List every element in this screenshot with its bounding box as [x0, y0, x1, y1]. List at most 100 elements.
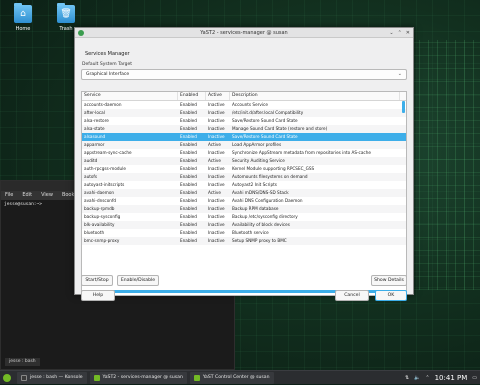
table-row[interactable]: autofs Enabled Inactive Automounts filesyst… — [82, 173, 406, 181]
cell-description: Bluetooth service — [232, 230, 269, 235]
services-manager-window: YaST2 - services-manager @ susan ⌄ ⌃ ✕ S… — [74, 27, 414, 301]
application-launcher[interactable] — [0, 371, 14, 385]
cell-description: Automounts filesystems on demand — [232, 174, 308, 179]
cell-active: Inactive — [208, 222, 225, 227]
maximize-icon[interactable]: ⌃ — [398, 28, 402, 38]
table-row[interactable]: blk-availability Enabled Inactive Availabil… — [82, 221, 406, 229]
cell-description: Setup SNMP proxy to BMC — [232, 238, 287, 243]
show-details-button[interactable]: Show Details — [371, 275, 407, 286]
cell-service: autofs — [84, 174, 98, 179]
table-header: Service Enabled Active Description — [82, 92, 406, 101]
cell-enabled: Enabled — [180, 174, 197, 179]
cell-description: Manage Sound Card State (restore and sto… — [232, 126, 328, 131]
task-label: jesse : bash — Konsole — [30, 375, 83, 380]
cell-enabled: Enabled — [180, 206, 197, 211]
table-row[interactable]: backup-rpmdb Enabled Inactive Backup RPM da… — [82, 205, 406, 213]
cell-service: backup-rpmdb — [84, 206, 115, 211]
table-body: accounts-daemon Enabled Inactive Accounts S… — [82, 101, 406, 245]
cell-description: Accounts Service — [232, 102, 268, 107]
terminal-tab[interactable]: jesse : bash — [5, 358, 40, 366]
cell-active: Inactive — [208, 182, 225, 187]
table-row[interactable]: apparmor Enabled Active Load AppArmor profi… — [82, 141, 406, 149]
taskbar: jesse : bash — Konsole YaST2 - services-… — [0, 370, 480, 384]
enable-disable-button[interactable]: Enable/Disable — [117, 275, 159, 286]
cell-service: alsa-state — [84, 126, 105, 131]
minimize-icon[interactable]: ⌄ — [389, 28, 393, 38]
task-services-manager[interactable]: YaST2 - services-manager @ susan — [89, 371, 187, 384]
services-table[interactable]: Service Enabled Active Description accou… — [81, 91, 407, 296]
chevron-up-icon[interactable]: ⌃ — [425, 375, 429, 381]
cell-active: Inactive — [208, 230, 225, 235]
cell-active: Inactive — [208, 102, 225, 107]
task-konsole[interactable]: jesse : bash — Konsole — [17, 371, 87, 384]
cell-description: /etc/init.d/after.local Compatibility — [232, 110, 304, 115]
cancel-button[interactable]: Cancel — [335, 290, 369, 301]
dialog-heading: Services Manager — [85, 51, 130, 57]
table-row[interactable]: after-local Enabled Inactive/etc/init.d/af… — [82, 109, 406, 117]
column-header-enabled[interactable]: Enabled — [178, 92, 206, 100]
vertical-scrollbar[interactable] — [402, 101, 405, 113]
close-icon[interactable]: ✕ — [406, 28, 410, 38]
cell-description: Save/Restore Sound Card State — [232, 134, 298, 139]
cell-enabled: Enabled — [180, 230, 197, 235]
terminal-prompt: jesse@susan:~> — [4, 202, 42, 207]
column-header-service[interactable]: Service — [82, 92, 178, 100]
cell-service: appstream-sync-cache — [84, 150, 132, 155]
help-button[interactable]: Help — [81, 290, 115, 301]
table-row[interactable]: bmc-snmp-proxy Enabled Inactive Setup SNMP … — [82, 237, 406, 245]
cell-description: Kernel Module supporting RPCSEC_GSS — [232, 166, 315, 171]
ok-button[interactable]: OK — [375, 290, 407, 301]
yast-icon — [193, 374, 200, 381]
yast-icon — [93, 374, 100, 381]
cell-description: Avahi mDNS/DNS-SD Stack — [232, 190, 289, 195]
cell-enabled: Enabled — [180, 198, 197, 203]
table-row[interactable]: avahi-dnsconfd Enabled Inactive Avahi DNS C… — [82, 197, 406, 205]
cell-enabled: Enabled — [180, 190, 197, 195]
cell-active: Inactive — [208, 206, 225, 211]
menu-file[interactable]: File — [5, 192, 13, 199]
table-row[interactable]: avahi-daemon Enabled Active Avahi mDNS/DNS-… — [82, 189, 406, 197]
network-icon[interactable]: ⇅ — [405, 375, 409, 381]
cell-enabled: Enabled — [180, 126, 197, 131]
cell-description: Availability of block devices — [232, 222, 290, 227]
cell-service: apparmor — [84, 142, 105, 147]
cell-active: Inactive — [208, 134, 225, 139]
cell-enabled: Enabled — [180, 102, 197, 107]
cell-enabled: Enabled — [180, 214, 197, 219]
table-row[interactable]: bluetooth Enabled Inactive Bluetooth servic… — [82, 229, 406, 237]
window-titlebar[interactable]: YaST2 - services-manager @ susan ⌄ ⌃ ✕ — [75, 28, 413, 38]
volume-icon[interactable]: 🔈 — [414, 375, 420, 381]
table-row[interactable]: auth-rpcgss-module Enabled Inactive Kernel … — [82, 165, 406, 173]
table-row[interactable]: auditd Enabled Active Security Auditing Ser… — [82, 157, 406, 165]
table-row[interactable]: alsasound Enabled Inactive Save/Restore Sou… — [82, 133, 406, 141]
cell-enabled: Enabled — [180, 118, 197, 123]
cell-active: Inactive — [208, 166, 225, 171]
table-row[interactable]: accounts-daemon Enabled Inactive Accounts S… — [82, 101, 406, 109]
column-header-description[interactable]: Description — [230, 92, 400, 100]
table-row[interactable]: alsa-state Enabled Inactive Manage Sound Ca… — [82, 125, 406, 133]
table-row[interactable]: alsa-restore Enabled Inactive Save/Restore … — [82, 117, 406, 125]
start-stop-button[interactable]: Start/Stop — [81, 275, 113, 286]
cell-description: Security Auditing Service — [232, 158, 285, 163]
task-label: YaST Control Center @ susan — [202, 375, 270, 380]
desktop-icon-home[interactable]: ⌂ Home — [8, 3, 38, 32]
cell-description: Load AppArmor profiles — [232, 142, 282, 147]
folder-home-icon: ⌂ — [14, 3, 32, 23]
trash-icon: 🗑 — [57, 3, 75, 23]
task-yast-control-center[interactable]: YaST Control Center @ susan — [189, 371, 274, 384]
default-target-select[interactable]: Graphical Interface ⌄ — [81, 69, 407, 80]
menu-view[interactable]: View — [41, 192, 53, 199]
column-header-active[interactable]: Active — [206, 92, 230, 100]
cell-service: alsa-restore — [84, 118, 109, 123]
cell-enabled: Enabled — [180, 222, 197, 227]
show-desktop-icon[interactable]: ▭ — [472, 375, 477, 381]
opensuse-logo-icon — [3, 373, 11, 382]
konsole-icon — [21, 374, 27, 381]
menu-edit[interactable]: Edit — [22, 192, 32, 199]
table-row[interactable]: appstream-sync-cache Enabled Inactive Synch… — [82, 149, 406, 157]
table-row[interactable]: autoyast-initscripts Enabled Inactive Autoy… — [82, 181, 406, 189]
clock[interactable]: 10:41 PM — [435, 374, 468, 382]
table-row[interactable]: backup-sysconfig Enabled Inactive Backup /e… — [82, 213, 406, 221]
cell-active: Active — [208, 158, 221, 163]
default-target-label: Default System Target — [82, 62, 133, 67]
